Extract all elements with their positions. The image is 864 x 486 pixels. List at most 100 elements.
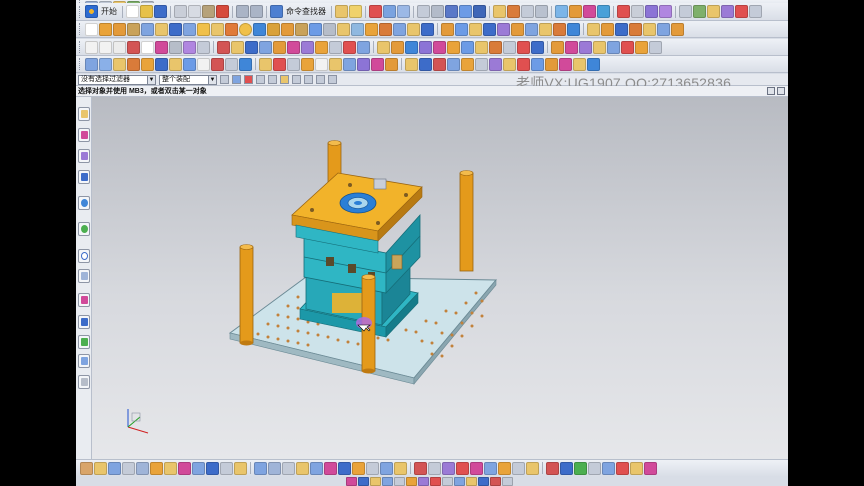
mold-tool-25-icon[interactable]	[428, 461, 441, 475]
edit-surface-4-icon[interactable]	[593, 40, 606, 54]
wcs-icon[interactable]	[369, 5, 382, 18]
analysis-13-icon[interactable]	[573, 57, 586, 71]
mold-tool-5-icon[interactable]	[136, 461, 149, 475]
surface-12-icon[interactable]	[531, 40, 544, 54]
mold-tool-10-icon[interactable]	[206, 461, 219, 475]
sphere-icon[interactable]	[239, 22, 252, 36]
cone-icon[interactable]	[225, 22, 238, 36]
edit-1-icon[interactable]	[259, 57, 272, 71]
explode-icon[interactable]	[211, 57, 224, 71]
curve-edit-2-icon[interactable]	[231, 40, 244, 54]
mirror-icon[interactable]	[393, 22, 406, 36]
style-icon[interactable]	[445, 5, 458, 18]
overflow-9-icon[interactable]	[442, 476, 453, 486]
sketch-icon[interactable]	[85, 22, 98, 36]
pattern-icon[interactable]	[407, 22, 420, 36]
fit-icon[interactable]	[521, 5, 534, 18]
mold-tool-35-icon[interactable]	[574, 461, 587, 475]
subtract-icon[interactable]	[281, 22, 294, 36]
analysis-8-icon[interactable]	[503, 57, 516, 71]
mold-assembly-model[interactable]	[92, 97, 788, 459]
overflow-14-icon[interactable]	[502, 476, 513, 486]
edit-surface-5-icon[interactable]	[607, 40, 620, 54]
mold-wizard-button[interactable]	[78, 354, 90, 368]
draft-icon[interactable]	[351, 22, 364, 36]
mold-tool-12-icon[interactable]	[234, 461, 247, 475]
copy-object-icon[interactable]	[113, 57, 126, 71]
analysis-3-icon[interactable]	[433, 57, 446, 71]
nx-logo-icon[interactable]	[85, 5, 98, 18]
visibility-icon[interactable]	[507, 5, 520, 18]
slot-icon[interactable]	[183, 22, 196, 36]
sync-icon-4[interactable]	[483, 22, 496, 36]
curve-edit-5-icon[interactable]	[273, 40, 286, 54]
component-array-icon[interactable]	[225, 57, 238, 71]
layout-icon[interactable]	[155, 57, 168, 71]
assembly-icon-1[interactable]	[587, 22, 600, 36]
edit-2-icon[interactable]	[273, 57, 286, 71]
line-curve-icon[interactable]	[85, 40, 98, 54]
mold-tool-24-icon[interactable]	[414, 461, 427, 475]
measure-icon[interactable]	[397, 5, 410, 18]
mold-tool-37-icon[interactable]	[602, 461, 615, 475]
move-object-icon[interactable]	[99, 57, 112, 71]
replace-icon[interactable]	[141, 57, 154, 71]
new-file-icon[interactable]	[126, 5, 139, 18]
surface-9-icon[interactable]	[489, 40, 502, 54]
mold-tool-39-icon[interactable]	[630, 461, 643, 475]
analysis-7-icon[interactable]	[489, 57, 502, 71]
sync-icon-3[interactable]	[469, 22, 482, 36]
component-icon[interactable]	[197, 57, 210, 71]
edit-surface-6-icon[interactable]	[621, 40, 634, 54]
overflow-13-icon[interactable]	[490, 476, 501, 486]
mold-tool-30-icon[interactable]	[498, 461, 511, 475]
snap-control-icon[interactable]	[280, 75, 289, 84]
edit-3-icon[interactable]	[287, 57, 300, 71]
polygon-icon[interactable]	[127, 40, 140, 54]
edit-surface-2-icon[interactable]	[565, 40, 578, 54]
layer-icon[interactable]	[493, 5, 506, 18]
grid-icon[interactable]	[417, 5, 430, 18]
boss-icon[interactable]	[141, 22, 154, 36]
spline-icon[interactable]	[155, 40, 168, 54]
edit-9-icon[interactable]	[371, 57, 384, 71]
edit-param-icon[interactable]	[127, 57, 140, 71]
snap-center-icon[interactable]	[304, 75, 313, 84]
constraint-icon[interactable]	[239, 57, 252, 71]
sync-icon-8[interactable]	[539, 22, 552, 36]
command-finder-button[interactable]: 命令查找器	[284, 6, 328, 17]
curve-edit-1-icon[interactable]	[217, 40, 230, 54]
assembly-icon-2[interactable]	[601, 22, 614, 36]
offset-face-icon[interactable]	[421, 22, 434, 36]
revolve-icon[interactable]	[113, 22, 126, 36]
mold-tool-22-icon[interactable]	[380, 461, 393, 475]
edit-6-icon[interactable]	[329, 57, 342, 71]
blend-icon[interactable]	[309, 22, 322, 36]
mold-tool-18-icon[interactable]	[324, 461, 337, 475]
extra-icon-4[interactable]	[721, 5, 734, 18]
surface-7-icon[interactable]	[461, 40, 474, 54]
copy-icon[interactable]	[188, 5, 201, 18]
snap-icon[interactable]	[383, 5, 396, 18]
analysis-6-icon[interactable]	[475, 57, 488, 71]
curve-edit-3-icon[interactable]	[245, 40, 258, 54]
part-navigator-button[interactable]	[78, 107, 90, 121]
sync-icon-1[interactable]	[441, 22, 454, 36]
mold-tool-3-icon[interactable]	[108, 461, 121, 475]
analysis-5-icon[interactable]	[461, 57, 474, 71]
snap-face-icon[interactable]	[328, 75, 337, 84]
mold-tool-23-icon[interactable]	[394, 461, 407, 475]
analysis-11-icon[interactable]	[545, 57, 558, 71]
analysis-icon[interactable]	[555, 5, 568, 18]
save-icon[interactable]	[154, 5, 167, 18]
mold-tool-2-icon[interactable]	[94, 461, 107, 475]
overflow-4-icon[interactable]	[382, 476, 393, 486]
open-file-icon[interactable]	[140, 5, 153, 18]
groove-icon[interactable]	[197, 22, 210, 36]
web-browser-button[interactable]	[78, 196, 90, 210]
block-feature-icon[interactable]	[253, 22, 266, 36]
overflow-11-icon[interactable]	[466, 476, 477, 486]
snap-intersect-icon[interactable]	[292, 75, 301, 84]
geometry-link-icon[interactable]	[183, 57, 196, 71]
overflow-12-icon[interactable]	[478, 476, 489, 486]
